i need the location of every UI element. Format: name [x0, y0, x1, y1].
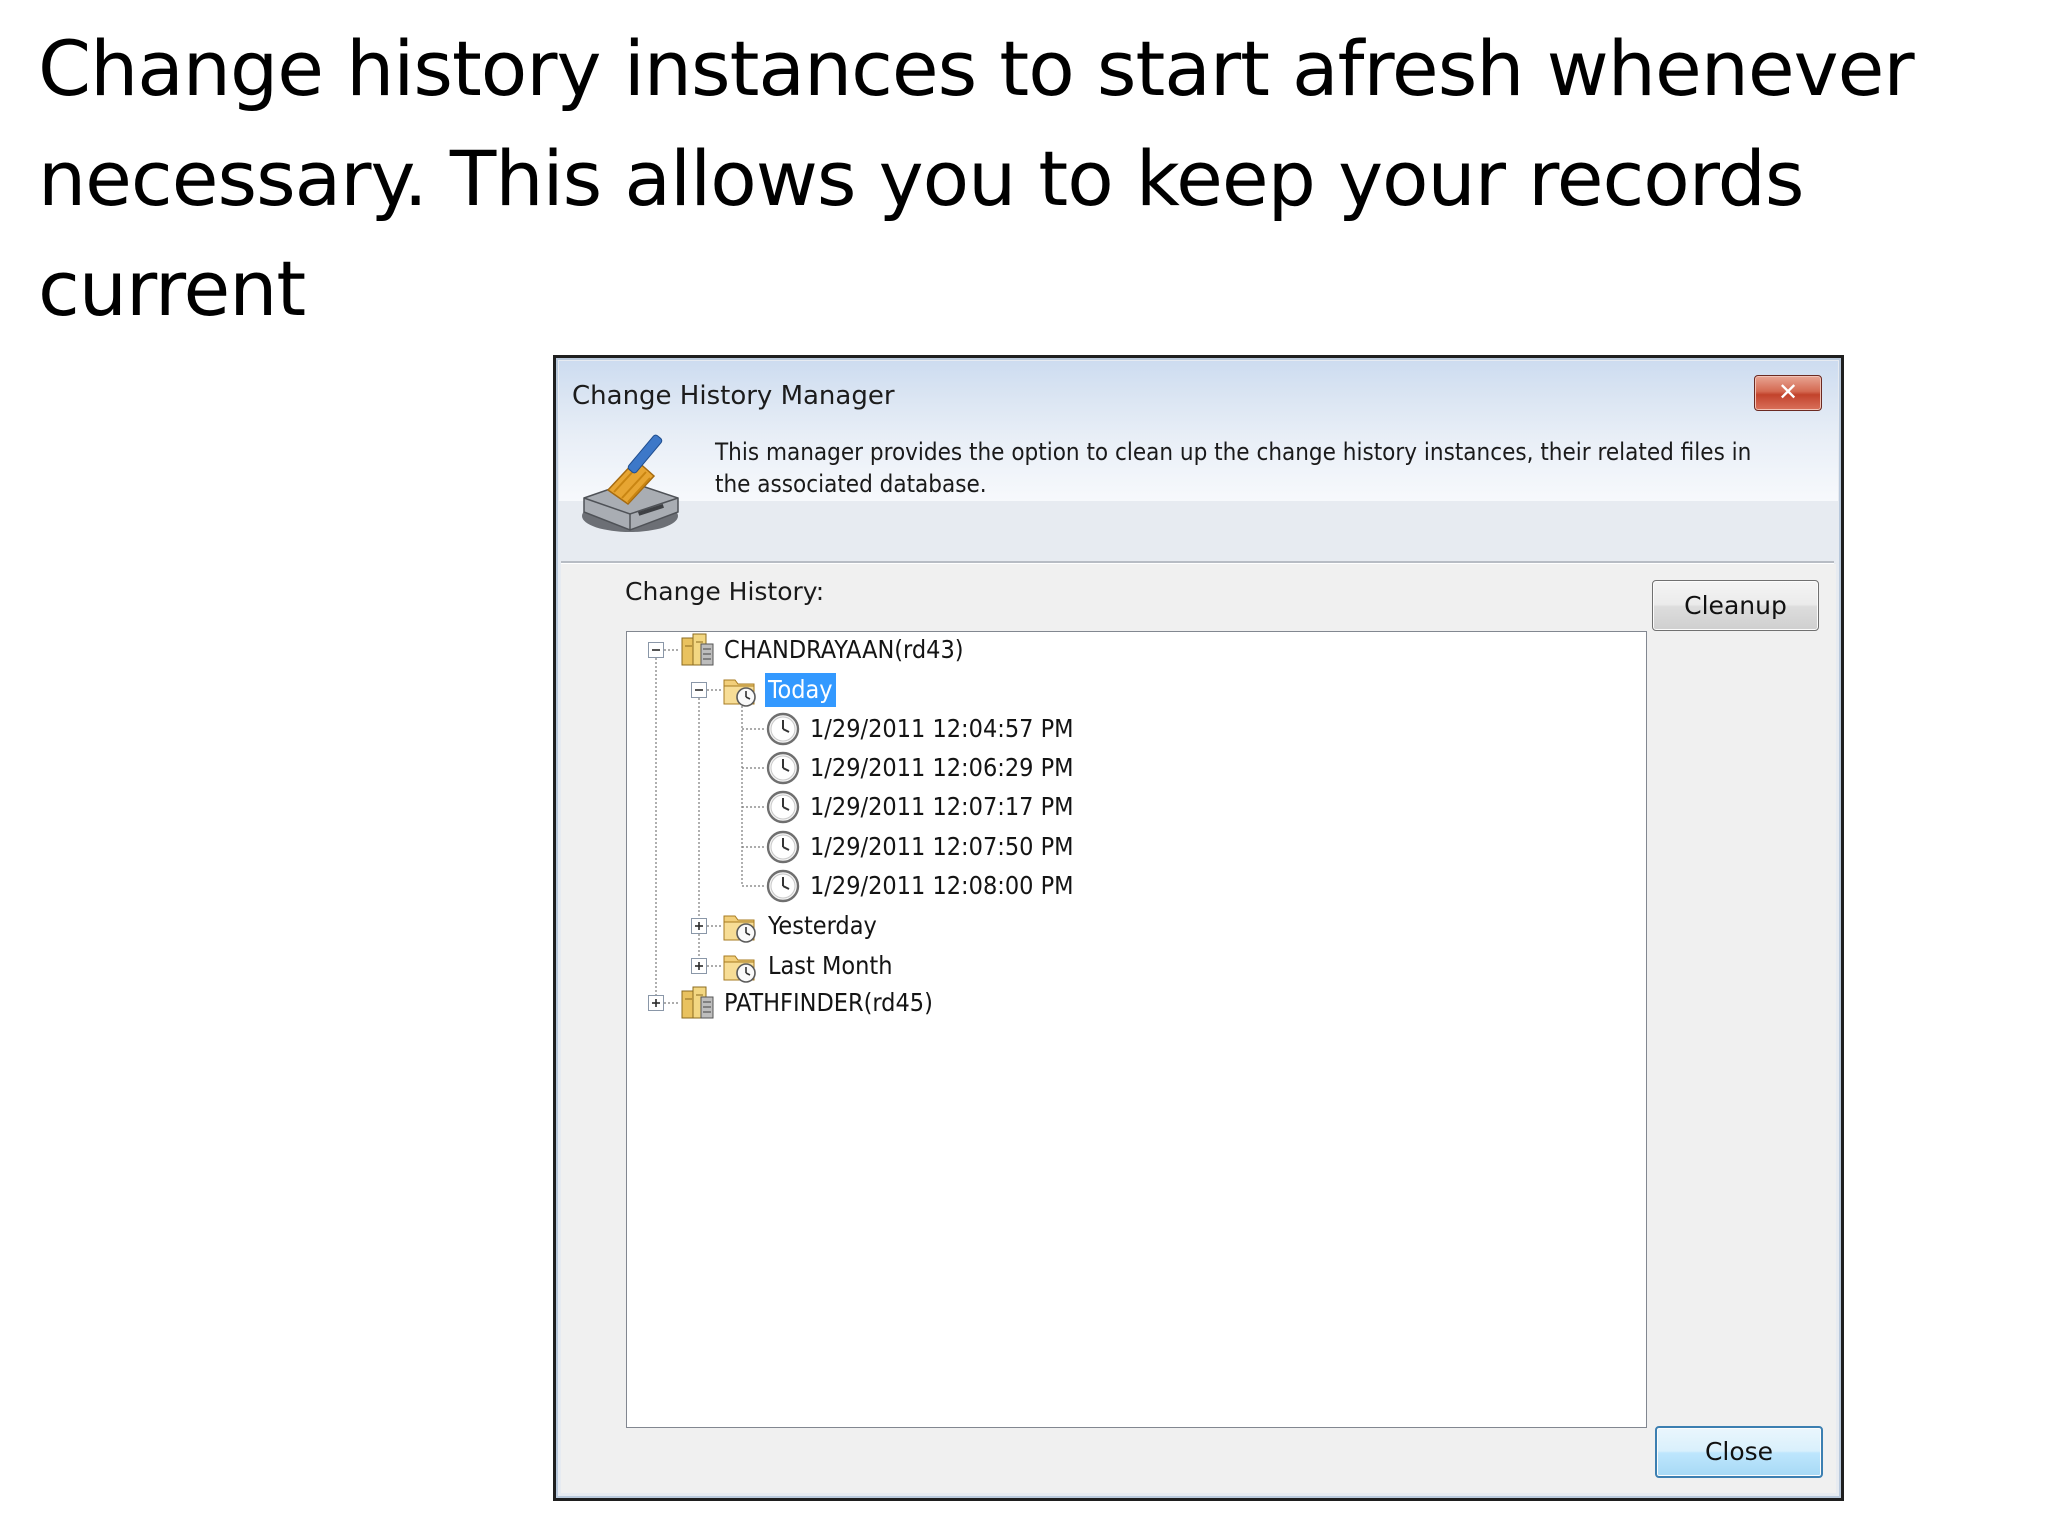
tree-node-entry[interactable]: 1/29/2011 12:06:29 PM [627, 750, 1227, 786]
tree-node-last-month[interactable]: Last Month [627, 948, 1227, 984]
tree-node-label: CHANDRAYAAN(rd43) [724, 635, 964, 664]
tree-node-label: 1/29/2011 12:07:50 PM [810, 832, 1074, 861]
tree-node-label: PATHFINDER(rd45) [724, 988, 933, 1017]
tree-node-today[interactable]: Today [627, 672, 1227, 708]
expand-icon[interactable] [691, 918, 707, 934]
slide-caption: Change history instances to start afresh… [38, 24, 1915, 333]
tree-node-yesterday[interactable]: Yesterday [627, 908, 1227, 944]
tree-node-label: 1/29/2011 12:07:17 PM [810, 792, 1074, 821]
tree-node-label: Today [765, 673, 836, 707]
server-icon [679, 985, 715, 1021]
server-icon [679, 632, 715, 668]
tree-node-entry[interactable]: 1/29/2011 12:08:00 PM [627, 868, 1227, 904]
tree-node-entry[interactable]: 1/29/2011 12:04:57 PM [627, 711, 1227, 747]
tree-node-label: 1/29/2011 12:06:29 PM [810, 753, 1074, 782]
tree-node-pathfinder[interactable]: PATHFINDER(rd45) [627, 985, 1227, 1021]
tree-node-label: Yesterday [768, 911, 877, 940]
tree-node-label: 1/29/2011 12:04:57 PM [810, 714, 1074, 743]
folder-clock-icon [722, 672, 758, 708]
window-title: Change History Manager [572, 381, 895, 411]
expand-icon[interactable] [691, 958, 707, 974]
clock-icon [765, 711, 801, 747]
broom-disk-icon [582, 434, 679, 532]
clock-icon [765, 868, 801, 904]
close-x-button[interactable]: ✕ [1754, 375, 1822, 411]
tree-node-label: Last Month [768, 951, 893, 980]
change-history-label: Change History: [625, 577, 825, 606]
header-description: This manager provides the option to clea… [715, 438, 1752, 498]
tree-node-entry[interactable]: 1/29/2011 12:07:17 PM [627, 789, 1227, 825]
folder-clock-icon [722, 948, 758, 984]
collapse-icon[interactable] [648, 642, 664, 658]
close-button[interactable]: Close [1655, 1426, 1823, 1478]
close-icon: ✕ [1777, 378, 1799, 406]
tree-node-label: 1/29/2011 12:08:00 PM [810, 871, 1074, 900]
clock-icon [765, 789, 801, 825]
collapse-icon[interactable] [691, 682, 707, 698]
cleanup-button[interactable]: Cleanup [1652, 580, 1819, 631]
clock-icon [765, 829, 801, 865]
tree-node-chandrayaan[interactable]: CHANDRAYAAN(rd43) [627, 632, 1227, 668]
folder-clock-icon [722, 908, 758, 944]
tree-node-entry[interactable]: 1/29/2011 12:07:50 PM [627, 829, 1227, 865]
expand-icon[interactable] [648, 995, 664, 1011]
clock-icon [765, 750, 801, 786]
change-history-tree[interactable]: CHANDRAYAAN(rd43) Today 1/29/2011 12:04:… [626, 631, 1647, 1428]
